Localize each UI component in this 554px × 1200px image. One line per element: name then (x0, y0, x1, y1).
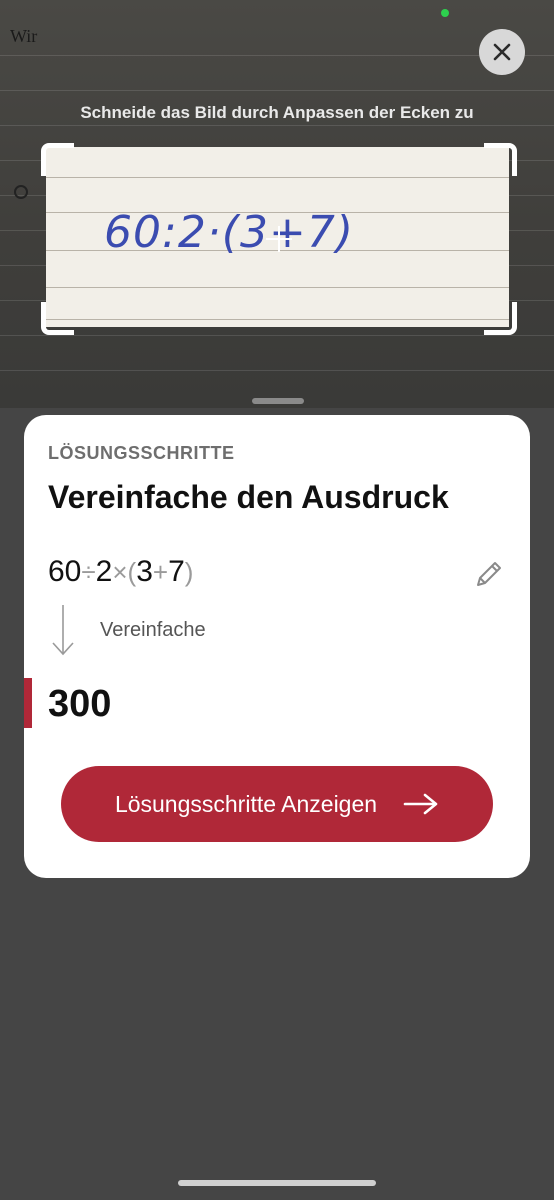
crop-handle-bottom-right[interactable] (484, 302, 517, 335)
arrow-right-icon (403, 793, 438, 815)
operand: 7 (168, 555, 185, 588)
right-paren: ) (184, 557, 194, 587)
paper-rule (46, 177, 509, 178)
home-indicator[interactable] (178, 1180, 376, 1186)
operand: 60 (48, 555, 82, 588)
close-icon (493, 43, 511, 61)
crop-handle-bottom-left[interactable] (41, 302, 74, 335)
result-value: 300 (48, 683, 112, 725)
pencil-icon[interactable] (472, 557, 506, 591)
operand: 3 (136, 555, 153, 588)
arrow-down-icon (52, 605, 74, 656)
left-paren: ( (127, 557, 137, 587)
plus-operator: + (152, 557, 169, 587)
sheet-drag-handle[interactable] (252, 398, 304, 404)
crop-hint: Schneide das Bild durch Anpassen der Eck… (80, 103, 474, 122)
paper-line (0, 125, 554, 126)
card-title: Vereinfache den Ausdruck (48, 479, 449, 515)
paper-line (0, 335, 554, 336)
camera-status-indicator (441, 9, 449, 17)
show-steps-button[interactable]: Lösungsschritte Anzeigen (61, 766, 493, 842)
background-page-mark (14, 185, 28, 199)
paper-rule (46, 287, 509, 288)
multiply-operator: × (112, 557, 128, 587)
step-label: Vereinfache (100, 619, 206, 641)
paper-line (0, 55, 554, 56)
section-label: LÖSUNGSSCHRITTE (48, 443, 235, 463)
math-expression: 60÷2×(3+7) (48, 555, 193, 589)
solution-card: LÖSUNGSSCHRITTE Vereinfache den Ausdruck… (24, 415, 530, 878)
paper-rule (46, 319, 509, 320)
divide-operator: ÷ (81, 557, 96, 587)
crop-handle-top-left[interactable] (41, 143, 74, 176)
result-marker (24, 678, 32, 728)
close-button[interactable] (479, 29, 525, 75)
background-page-text: Wir (10, 26, 38, 46)
crop-handle-top-right[interactable] (484, 143, 517, 176)
crosshair-icon (278, 226, 280, 252)
paper-line (0, 370, 554, 371)
show-steps-label: Lösungsschritte Anzeigen (114, 790, 378, 817)
paper-line (0, 90, 554, 91)
operand: 2 (95, 555, 113, 588)
handwritten-expression: 60:2·(3+7) (104, 207, 354, 258)
